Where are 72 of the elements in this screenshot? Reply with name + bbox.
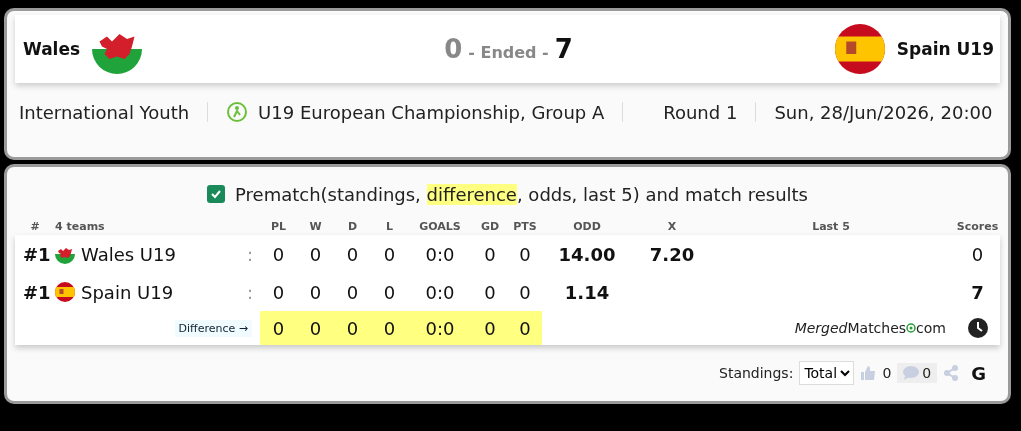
column-header: X: [666, 220, 678, 233]
column-header: PL: [269, 220, 288, 233]
stat-cell-text: 0: [271, 243, 286, 265]
stat-cell-text: 0:0: [424, 281, 456, 303]
column-header: D: [346, 220, 359, 233]
away-score: 7: [554, 34, 573, 64]
category-text: International Youth: [19, 101, 190, 123]
rank-cell-text: #1: [22, 281, 52, 303]
competition-text: U19 European Championship, Group A: [258, 101, 605, 123]
stat-cell-text: 0: [483, 243, 497, 265]
comment-icon: [903, 366, 920, 380]
column-header: Scores: [955, 220, 1000, 233]
spain-flag-icon: [834, 24, 885, 74]
brand-name: MergedMatches: [794, 320, 907, 336]
stat-cell-text: 0: [345, 243, 360, 265]
thumbs-up-icon[interactable]: [860, 365, 877, 381]
odd-cell-text: 14.00: [557, 243, 617, 265]
difference-label: Difference →: [174, 319, 252, 337]
comments-button[interactable]: 0: [897, 363, 938, 383]
stat-cell-text: 0: [382, 243, 397, 265]
stat-cell-text: 0: [271, 281, 286, 303]
round-text: Round 1: [663, 101, 738, 123]
score-cell-text: 0: [970, 243, 985, 265]
column-header: W: [308, 220, 323, 233]
column-header: L: [385, 220, 394, 233]
away-team-name: Spain U19: [896, 39, 994, 59]
score-cell-text: 7: [970, 281, 985, 303]
difference-cell: 0: [371, 311, 408, 345]
column-header: ODD: [572, 220, 602, 233]
standings-label: Standings:: [719, 365, 794, 381]
match-datetime: Sun, 28/Jun/2026, 20:00: [774, 101, 993, 123]
stat-cell-text: 0: [483, 281, 497, 303]
team-name: Spain U19: [81, 281, 174, 303]
google-button[interactable]: G: [971, 362, 986, 384]
checkmark-icon: [210, 188, 222, 200]
rank-cell-text: #1: [22, 243, 52, 265]
difference-cell: 0: [297, 311, 334, 345]
separator-colon: :: [245, 243, 255, 265]
stat-cell-text: 0: [518, 243, 532, 265]
brand-domain: com: [916, 320, 946, 336]
home-score: 0: [444, 34, 463, 64]
prematch-checkbox[interactable]: [207, 185, 225, 203]
likes-count: 0: [882, 365, 892, 381]
separator-colon: :: [245, 281, 255, 303]
stat-cell-text: 0: [308, 281, 323, 303]
spain-flag-icon: [55, 282, 75, 302]
ball-icon: [906, 323, 917, 333]
stat-cell-text: 0: [518, 281, 532, 303]
difference-cell: 0: [334, 311, 371, 345]
match-status: - Ended -: [468, 43, 549, 62]
prematch-label: Prematch(standings, difference, odds, last 5) and match results: [235, 183, 808, 205]
difference-cell: 0: [472, 311, 508, 345]
stat-cell-text: 0:0: [424, 243, 456, 265]
column-header: 4 teams: [55, 220, 106, 233]
team-name: Wales U19: [81, 243, 176, 265]
stat-cell-text: 0: [308, 243, 323, 265]
difference-cell: 0: [508, 311, 542, 345]
column-header: Last 5: [811, 220, 851, 233]
standings-select[interactable]: Total: [799, 361, 855, 385]
difference-cell: 0:0: [408, 311, 472, 345]
home-team-name: Wales: [23, 39, 81, 59]
column-header: GOALS: [418, 220, 462, 233]
clock-icon[interactable]: [967, 318, 988, 338]
column-header: PTS: [512, 220, 538, 233]
difference-cell: 0: [260, 311, 297, 345]
column-header: GD: [479, 220, 501, 233]
column-header: #: [29, 220, 41, 233]
stat-cell-text: 0: [345, 281, 360, 303]
soccer-player-icon: [226, 101, 249, 123]
odd-cell-text: 1.14: [563, 281, 611, 303]
stat-cell-text: 0: [382, 281, 397, 303]
draw-odd-cell-text: 7.20: [648, 243, 696, 265]
